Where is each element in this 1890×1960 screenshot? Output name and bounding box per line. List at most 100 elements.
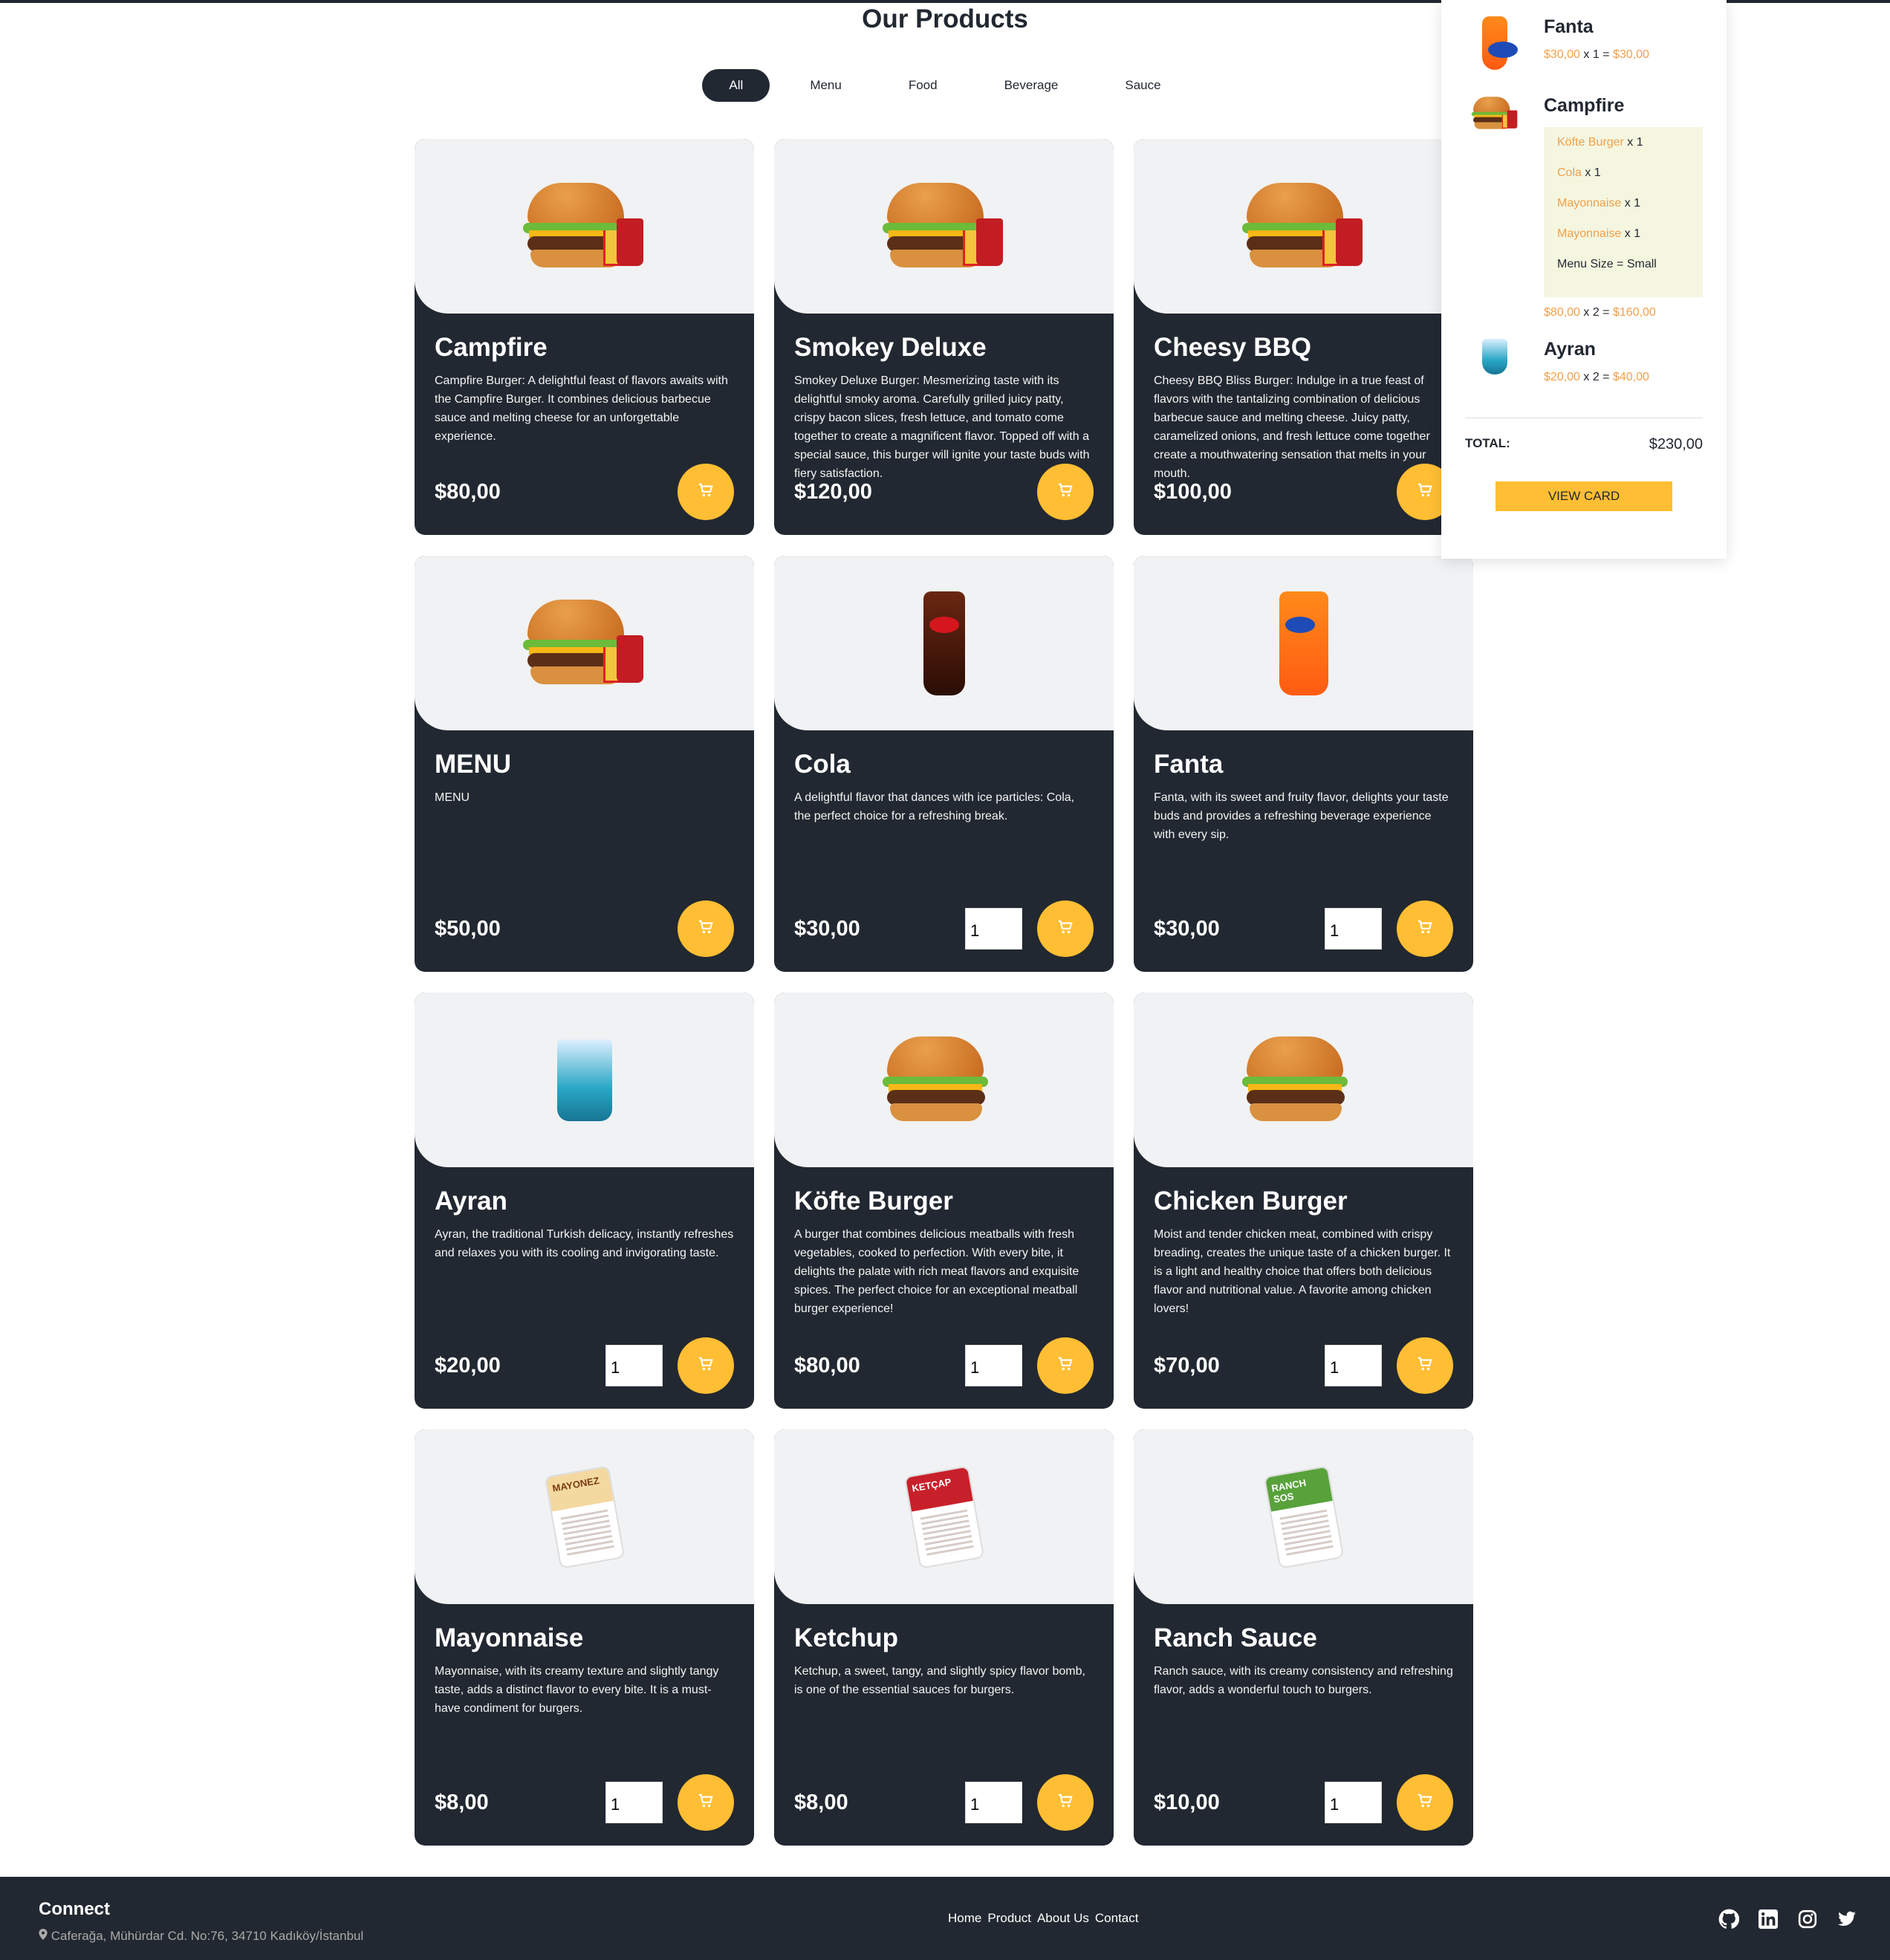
- cart-sub-item-name: Köfte Burger: [1557, 136, 1624, 149]
- quantity-input[interactable]: [965, 1345, 1022, 1386]
- product-body: Cola A delightful flavor that dances with…: [774, 730, 1114, 972]
- cart-item-total: $30,00: [1612, 48, 1649, 61]
- add-to-cart-button[interactable]: [1037, 901, 1094, 957]
- add-to-cart-button[interactable]: [1397, 1774, 1453, 1831]
- quantity-input[interactable]: [1325, 1345, 1382, 1386]
- cart-sub-item: Mayonnaise x 1: [1557, 227, 1689, 258]
- add-to-cart-button[interactable]: [1037, 1774, 1094, 1831]
- sauce-pack-label: KETÇAP: [905, 1467, 973, 1512]
- cart-item-thumb: [1465, 339, 1524, 398]
- cart-item-multiplier: x 2 =: [1583, 306, 1610, 319]
- cart-sub-item-qty: x 1: [1624, 227, 1641, 240]
- footer-link-home[interactable]: Home: [948, 1911, 981, 1926]
- cart-icon: [698, 1793, 714, 1813]
- product-price: $20,00: [435, 1353, 501, 1377]
- filter-all[interactable]: All: [702, 69, 770, 102]
- product-card: MENU MENU $50,00: [415, 556, 754, 972]
- product-price: $30,00: [794, 916, 860, 941]
- footer-address: Caferağa, Mühürdar Cd. No:76, 34710 Kadı…: [39, 1929, 363, 1944]
- product-price: $50,00: [435, 916, 501, 941]
- cart-icon: [1057, 482, 1074, 502]
- twitter-icon[interactable]: [1836, 1908, 1857, 1930]
- quantity-input[interactable]: [605, 1345, 663, 1386]
- product-image-area: [774, 139, 1114, 314]
- cart-icon: [698, 482, 714, 502]
- burger-bun-top: [1472, 97, 1510, 114]
- quantity-input[interactable]: [605, 1782, 663, 1823]
- footer-link-product[interactable]: Product: [987, 1911, 1031, 1926]
- cart-sub-item: Cola x 1: [1557, 166, 1689, 197]
- filter-menu[interactable]: Menu: [783, 69, 868, 102]
- product-card: Campfire Campfire Burger: A delightful fe…: [415, 139, 754, 535]
- product-description: Fanta, with its sweet and fruity flavor,…: [1154, 791, 1449, 841]
- filter-sauce[interactable]: Sauce: [1098, 69, 1187, 102]
- fanta-icon: [1482, 16, 1518, 70]
- burger-bun-top: [886, 1036, 984, 1080]
- cart-item-unit-price: $30,00: [1544, 48, 1580, 61]
- product-name: Cheesy BBQ: [1154, 333, 1312, 362]
- quantity-input[interactable]: [965, 1782, 1022, 1823]
- product-price: $10,00: [1154, 1790, 1220, 1814]
- product-body: Ketchup Ketchup, a sweet, tangy, and slig…: [774, 1604, 1114, 1846]
- add-to-cart-button[interactable]: [1037, 464, 1094, 520]
- cart-item-name: Ayran: [1544, 339, 1596, 360]
- cart-icon: [1417, 482, 1433, 502]
- product-footer: $70,00: [1154, 1337, 1453, 1394]
- product-price: $100,00: [1154, 479, 1232, 504]
- filter-food[interactable]: Food: [882, 69, 964, 102]
- sauce-pack-label: MAYONEZ: [545, 1467, 614, 1512]
- quantity-input[interactable]: [1325, 908, 1382, 950]
- product-image-area: MAYONEZ: [415, 1430, 754, 1604]
- product-footer: $50,00: [435, 901, 734, 957]
- cart-icon: [1417, 919, 1433, 939]
- github-icon[interactable]: [1718, 1908, 1739, 1930]
- cart-icon: [698, 1356, 714, 1376]
- cart-sub-item: Menu Size = Small: [1557, 258, 1689, 288]
- linkedin-icon[interactable]: [1757, 1908, 1779, 1930]
- product-description: Ketchup, a sweet, tangy, and slightly sp…: [794, 1665, 1085, 1696]
- product-card: RANCH SOS Ranch Sauce Ranch sauce, with it…: [1134, 1430, 1473, 1846]
- cart-item-price-line: $80,00 x 2 = $160,00: [1544, 306, 1703, 319]
- add-to-cart-button[interactable]: [678, 464, 734, 520]
- add-to-cart-button[interactable]: [678, 1774, 734, 1831]
- ranch-pack-icon: RANCH SOS: [1263, 1464, 1344, 1569]
- burger-menu-icon: [1471, 95, 1517, 129]
- cart-icon: [1417, 1356, 1433, 1376]
- cart-sub-item-qty: x 1: [1585, 166, 1601, 179]
- ayran-icon: [1482, 339, 1507, 374]
- add-to-cart-button[interactable]: [678, 1337, 734, 1394]
- cart-item-info: Ayran $20,00 x 2 = $40,00: [1544, 339, 1703, 398]
- cart-sub-item-name: Mayonnaise: [1557, 227, 1622, 240]
- filter-beverage[interactable]: Beverage: [978, 69, 1085, 102]
- cart-items: Fanta $30,00 x 1 = $30,00 Campfire Köfte Bu…: [1465, 16, 1703, 398]
- product-footer: $120,00: [794, 464, 1094, 520]
- product-price: $120,00: [794, 479, 872, 504]
- drink-cup-icon: [1507, 110, 1517, 129]
- view-card-button[interactable]: VIEW CARD: [1496, 481, 1672, 511]
- footer-link-contact[interactable]: Contact: [1095, 1911, 1139, 1926]
- cart-sub-item-name: Mayonnaise: [1557, 197, 1622, 210]
- instagram-icon[interactable]: [1796, 1908, 1818, 1930]
- footer-address-text: Caferağa, Mühürdar Cd. No:76, 34710 Kadı…: [51, 1929, 364, 1943]
- fanta-logo: [1285, 616, 1315, 633]
- cart-item-name: Campfire: [1544, 95, 1625, 116]
- quantity-input[interactable]: [965, 908, 1022, 950]
- product-price: $8,00: [794, 1790, 848, 1814]
- cola-logo: [929, 616, 959, 633]
- burger-menu-icon: [522, 595, 648, 692]
- product-card: Chicken Burger Moist and tender chicken m…: [1134, 993, 1473, 1409]
- product-grid: Campfire Campfire Burger: A delightful fe…: [415, 139, 1474, 1846]
- add-to-cart-button[interactable]: [1397, 901, 1453, 957]
- product-body: Köfte Burger A burger that combines delic…: [774, 1167, 1114, 1409]
- add-to-cart-button[interactable]: [1037, 1337, 1094, 1394]
- cola-icon: [923, 591, 965, 695]
- add-to-cart-button[interactable]: [1397, 1337, 1453, 1394]
- footer-link-about-us[interactable]: About Us: [1037, 1911, 1089, 1926]
- quantity-input[interactable]: [1325, 1782, 1382, 1823]
- product-description: Mayonnaise, with its creamy texture and …: [435, 1665, 719, 1715]
- product-image-area: [415, 556, 754, 730]
- add-to-cart-button[interactable]: [678, 901, 734, 957]
- product-image-area: KETÇAP: [774, 1430, 1114, 1604]
- burger-bun-top: [527, 599, 624, 643]
- cart-icon: [1417, 1793, 1433, 1813]
